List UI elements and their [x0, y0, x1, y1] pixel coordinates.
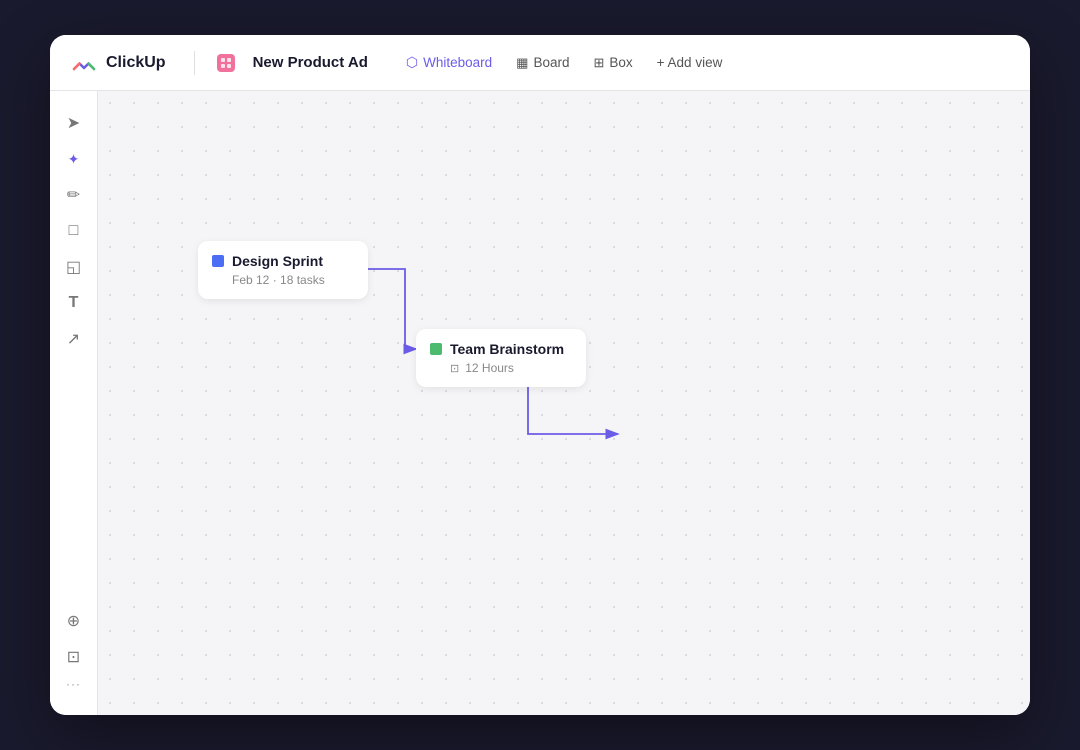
project-title: New Product Ad — [253, 54, 368, 71]
card-header: Team Brainstorm — [430, 341, 572, 357]
sticky-note-tool[interactable]: ◱ — [58, 251, 90, 283]
card-meta-text: 12 Hours — [465, 361, 514, 375]
nav-whiteboard-label: Whiteboard — [423, 55, 492, 70]
clickup-logo-icon — [70, 49, 98, 77]
card-meta-row: ⊡ 12 Hours — [430, 361, 572, 375]
card-title: Team Brainstorm — [450, 341, 564, 357]
board-icon: ▦ — [516, 55, 528, 71]
card-meta: Feb 12 · 18 tasks — [212, 273, 354, 287]
cursor-tool[interactable]: ➤ — [58, 107, 90, 139]
card-dot — [430, 343, 442, 355]
rectangle-tool[interactable]: □ — [58, 215, 90, 247]
rectangle-icon: □ — [69, 222, 79, 240]
app-window: ClickUp New Product Ad ⬡ Whiteboard ▦ Bo… — [50, 35, 1030, 715]
card-title: Design Sprint — [232, 253, 323, 269]
main-content: ➤ ✦ ✏ □ ◱ T ↗ ⊕ ⊡ — [50, 91, 1030, 715]
add-view-label: + Add view — [657, 55, 723, 70]
nav-item-box[interactable]: ⊞ Box — [583, 50, 642, 76]
text-tool[interactable]: T — [58, 287, 90, 319]
image-icon: ⊡ — [67, 647, 80, 667]
whiteboard-icon: ⬡ — [406, 54, 418, 71]
nav-board-label: Board — [533, 55, 569, 70]
card-dot — [212, 255, 224, 267]
left-toolbar: ➤ ✦ ✏ □ ◱ T ↗ ⊕ ⊡ — [50, 91, 98, 715]
design-sprint-card[interactable]: Design Sprint Feb 12 · 18 tasks — [198, 241, 368, 299]
pen-plus-tool[interactable]: ✦ — [58, 143, 90, 175]
team-brainstorm-card[interactable]: Team Brainstorm ⊡ 12 Hours — [416, 329, 586, 387]
text-icon: T — [69, 294, 79, 312]
cursor-icon: ➤ — [67, 113, 80, 133]
pen-plus-icon: ✦ — [68, 151, 80, 168]
add-view-button[interactable]: + Add view — [647, 50, 733, 75]
globe-tool[interactable]: ⊕ — [58, 605, 90, 637]
hours-icon: ⊡ — [450, 362, 459, 375]
card-header: Design Sprint — [212, 253, 354, 269]
header: ClickUp New Product Ad ⬡ Whiteboard ▦ Bo… — [50, 35, 1030, 91]
globe-icon: ⊕ — [67, 611, 80, 631]
nav-item-board[interactable]: ▦ Board — [506, 50, 579, 76]
logo-text: ClickUp — [106, 54, 166, 72]
connector-svg — [98, 91, 1030, 715]
project-icon — [215, 52, 237, 74]
header-divider — [194, 51, 195, 75]
pen-icon: ✏ — [67, 185, 80, 205]
nav-item-whiteboard[interactable]: ⬡ Whiteboard — [396, 49, 502, 76]
connector-tool[interactable]: ↗ — [58, 323, 90, 355]
whiteboard-canvas[interactable]: Design Sprint Feb 12 · 18 tasks Team Bra… — [98, 91, 1030, 715]
nav-items: ⬡ Whiteboard ▦ Board ⊞ Box + Add view — [396, 49, 732, 76]
nav-box-label: Box — [609, 55, 632, 70]
image-tool[interactable]: ⊡ — [58, 641, 90, 673]
pen-tool[interactable]: ✏ — [58, 179, 90, 211]
sticky-note-icon: ◱ — [66, 257, 81, 277]
connector-icon: ↗ — [67, 329, 80, 349]
box-icon: ⊞ — [593, 55, 604, 71]
logo-area[interactable]: ClickUp — [70, 49, 166, 77]
more-tools-button[interactable]: ··· — [66, 677, 81, 691]
